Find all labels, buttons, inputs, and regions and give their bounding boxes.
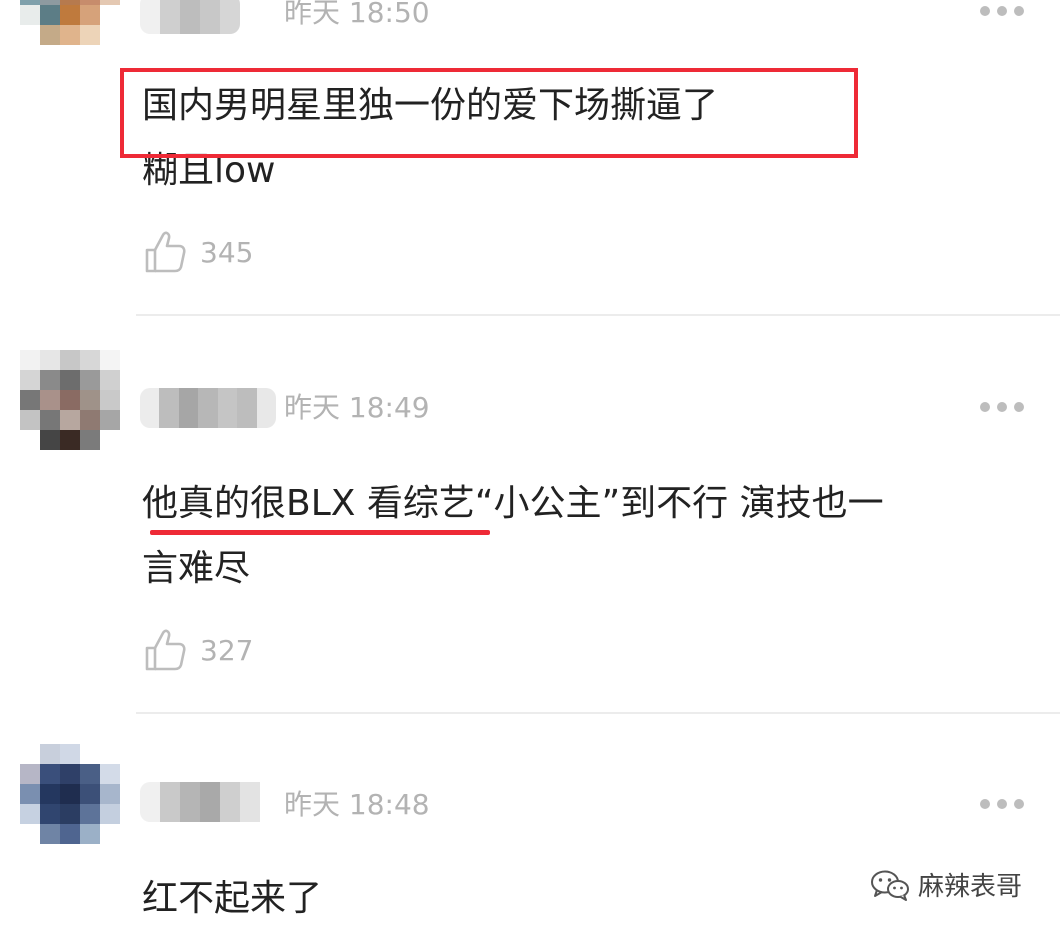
avatar[interactable] [20,350,120,450]
timestamp: 昨天 18:48 [284,788,430,821]
timestamp: 昨天 18:49 [284,391,430,424]
avatar[interactable] [20,0,120,45]
timestamp: 昨天 18:50 [284,0,430,29]
comment-text-line: 他真的很BLX 看综艺“小公主”到不行 演技也一 [142,483,884,524]
thumbs-up-icon [145,231,186,273]
highlight-underline [150,530,490,535]
more-options-icon[interactable] [980,798,1024,810]
watermark: 麻辣表哥 [870,866,1022,903]
thumbs-up-icon [145,629,186,671]
watermark-text: 麻辣表哥 [918,872,1023,902]
username-blurred[interactable] [140,0,240,34]
username-blurred[interactable] [140,782,270,822]
like-count: 345 [200,235,254,269]
like-count: 327 [200,633,254,667]
username-blurred[interactable] [140,388,276,428]
more-options-icon[interactable] [980,5,1024,17]
avatar[interactable] [20,744,120,844]
comment-item: 昨天 18:50 国内男明星里独一份的爱下场撕逼了 糊且low 345 [0,0,1060,316]
comment-item: 昨天 18:49 他真的很BLX 看综艺“小公主”到不行 演技也一 言难尽 32… [0,316,1060,714]
like-button[interactable]: 345 [144,228,253,276]
highlight-box [120,68,858,158]
comment-text: 他真的很BLX 看综艺“小公主”到不行 演技也一 言难尽 [142,471,1022,601]
like-button[interactable]: 327 [144,626,253,674]
comment-text-line: 言难尽 [142,548,251,589]
wechat-icon [871,870,909,901]
more-options-icon[interactable] [980,401,1024,413]
